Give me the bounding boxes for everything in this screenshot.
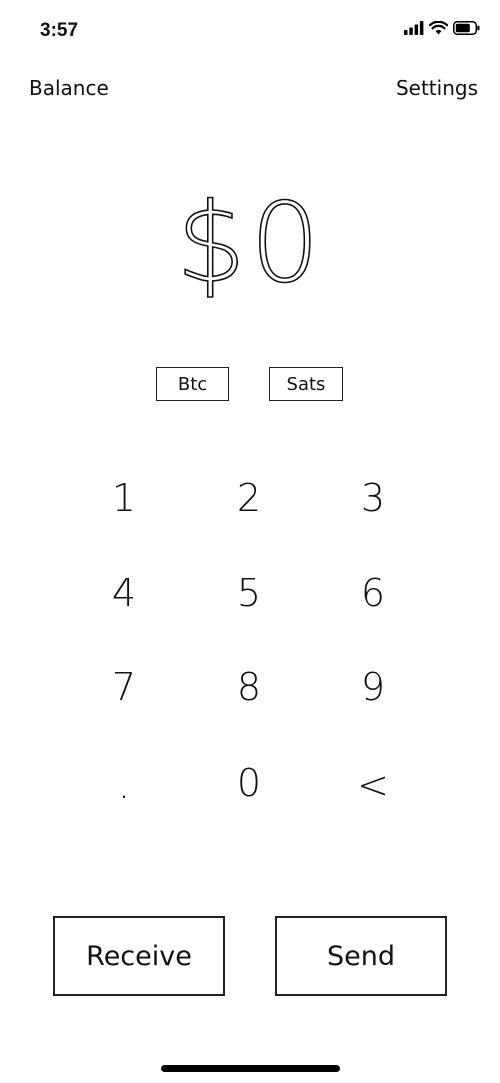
amount-display: $0 <box>175 179 324 307</box>
battery-icon <box>453 21 480 35</box>
key-backspace[interactable]: < <box>328 750 418 820</box>
key-9[interactable]: 9 <box>328 652 418 722</box>
receive-button[interactable]: Receive <box>53 916 225 996</box>
key-7[interactable]: 7 <box>79 652 169 722</box>
signal-icon <box>404 21 424 35</box>
status-time: 3:57 <box>40 20 79 41</box>
balance-link[interactable]: Balance <box>29 76 109 100</box>
key-1[interactable]: 1 <box>79 463 169 533</box>
key-8[interactable]: 8 <box>204 652 294 722</box>
key-0[interactable]: 0 <box>204 748 294 818</box>
key-6[interactable]: 6 <box>328 558 418 628</box>
btc-unit-button[interactable]: Btc <box>156 367 229 401</box>
key-decimal[interactable]: . <box>79 750 169 820</box>
key-4[interactable]: 4 <box>79 558 169 628</box>
home-indicator[interactable] <box>161 1065 340 1072</box>
wifi-icon <box>429 21 448 35</box>
status-icons <box>404 21 480 35</box>
key-3[interactable]: 3 <box>328 463 418 533</box>
key-5[interactable]: 5 <box>204 558 294 628</box>
settings-link[interactable]: Settings <box>396 76 478 100</box>
key-2[interactable]: 2 <box>204 463 294 533</box>
sats-unit-button[interactable]: Sats <box>269 367 343 401</box>
send-button[interactable]: Send <box>275 916 447 996</box>
